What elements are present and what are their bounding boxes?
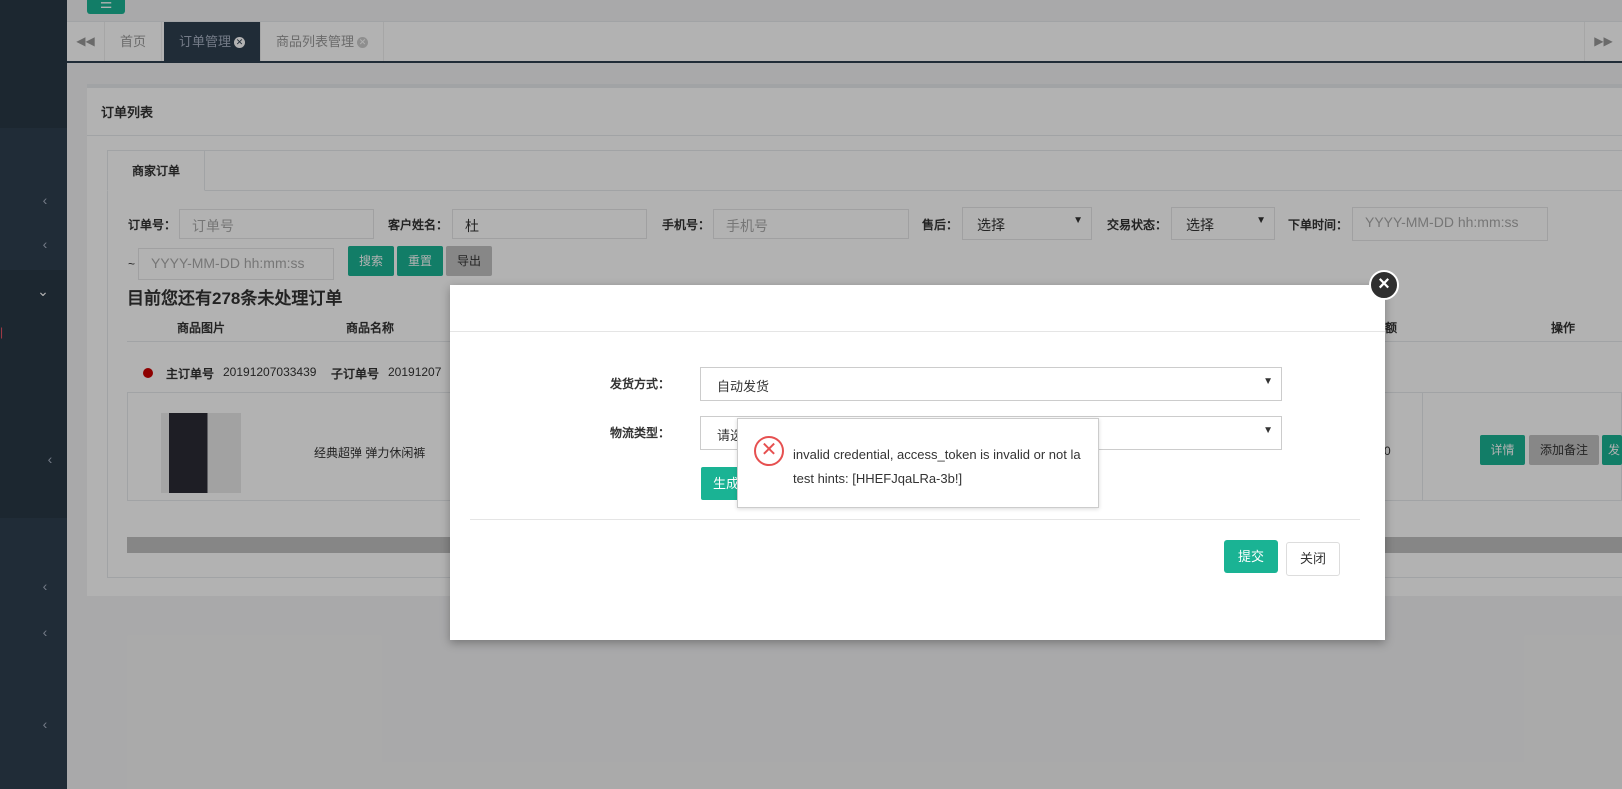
modal-close-icon[interactable]: × (1369, 270, 1399, 300)
submit-button[interactable]: 提交 (1224, 540, 1278, 573)
select-value: 自动发货 (717, 379, 770, 394)
error-icon: ✕ (754, 436, 784, 466)
ship-method-label: 发货方式： (610, 377, 671, 391)
ship-method-select[interactable]: 自动发货 ▼ (700, 367, 1282, 401)
caret-down-icon: ▼ (1263, 425, 1273, 436)
error-toast: ✕ invalid credential, access_token is in… (737, 418, 1099, 508)
logistics-type-label: 物流类型： (610, 426, 671, 440)
caret-down-icon: ▼ (1263, 376, 1273, 387)
error-message: invalid credential, access_token is inva… (793, 447, 1081, 486)
modal-header (450, 285, 1385, 332)
modal-footer-divider (470, 519, 1360, 520)
close-button[interactable]: 关闭 (1286, 542, 1340, 576)
